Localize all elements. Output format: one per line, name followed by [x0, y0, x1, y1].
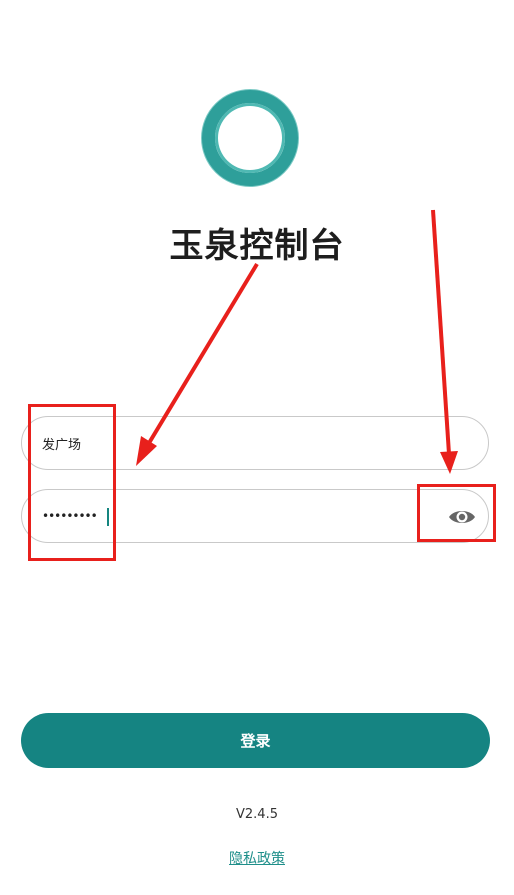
version-label: V2.4.5	[236, 807, 278, 822]
app-logo	[202, 90, 298, 186]
annotation-box-input-area	[28, 404, 116, 561]
privacy-policy-link[interactable]: 隐私政策	[0, 848, 514, 868]
login-button[interactable]: 登录	[21, 713, 490, 768]
app-title: 玉泉控制台	[169, 226, 345, 266]
annotation-box-eye-toggle	[417, 484, 496, 542]
